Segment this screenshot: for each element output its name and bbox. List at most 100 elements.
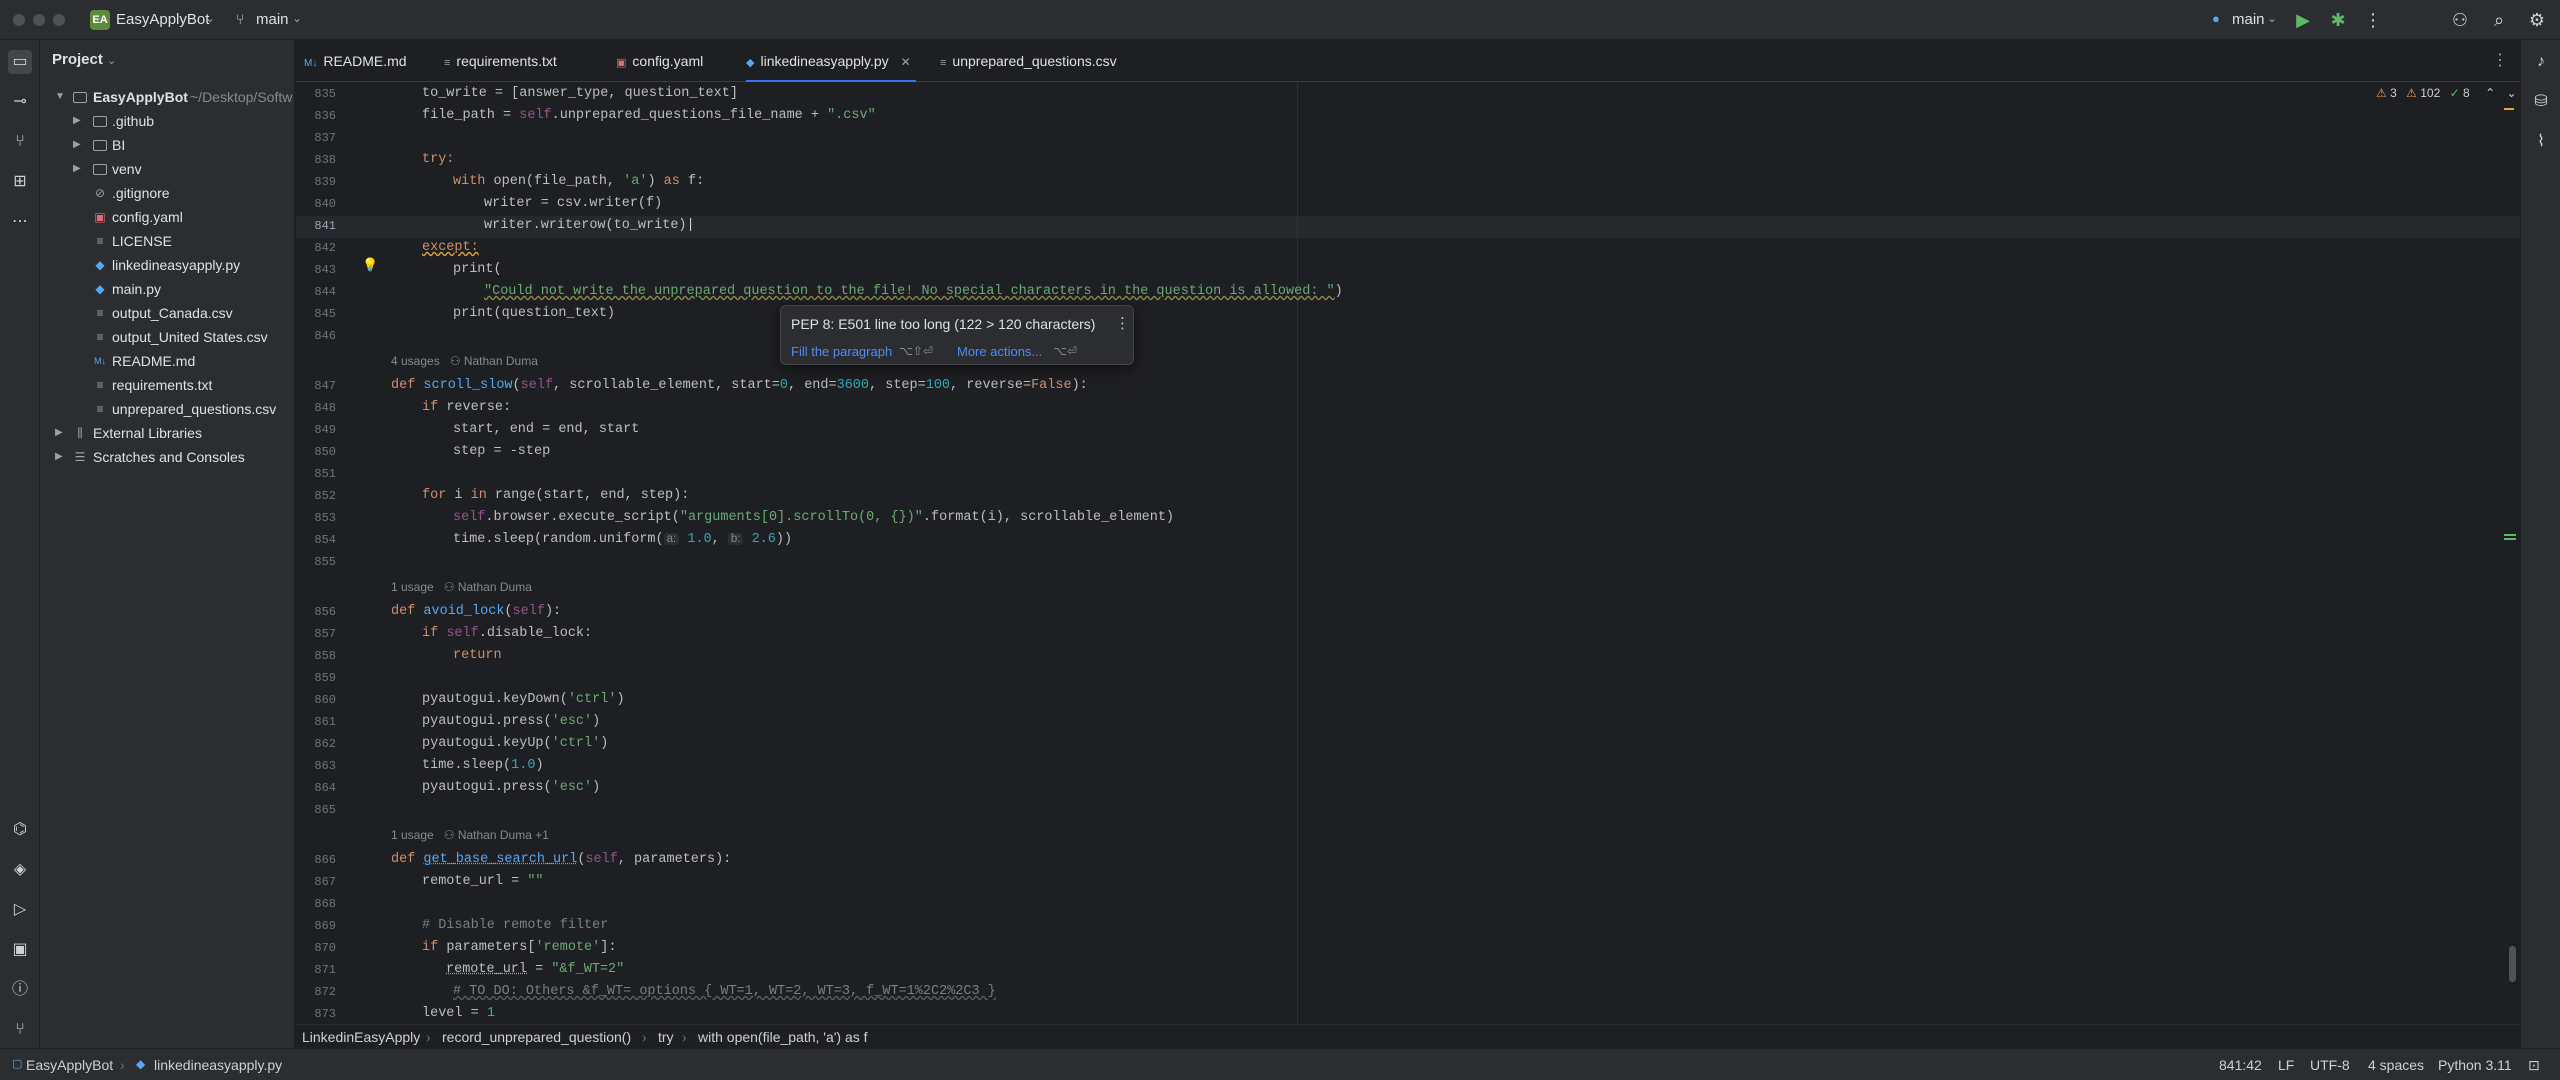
python-interpreter[interactable]: Python 3.11 xyxy=(2438,1057,2512,1073)
chevron-up-icon[interactable]: ⌃ xyxy=(2485,86,2495,100)
close-tab-icon[interactable]: ✕ xyxy=(901,55,911,69)
tree-item-output-us[interactable]: ≡ output_United States.csv xyxy=(40,325,294,349)
run-icon[interactable]: ▶ xyxy=(2292,9,2314,31)
terminal-icon[interactable]: ▣ xyxy=(8,938,32,962)
problems-icon[interactable]: ⓘ xyxy=(8,978,32,1002)
pull-requests-icon[interactable]: ⑂ xyxy=(8,130,32,154)
code-line: step = -step xyxy=(453,444,551,459)
search-icon[interactable]: ⌕ xyxy=(2488,9,2510,31)
inspection-widget[interactable]: ⚠ 3 ⚠ 102 ✓ 8 ⌃ ⌄ xyxy=(2376,86,2517,100)
minimize-window-button[interactable] xyxy=(33,14,45,26)
line-number: 868 xyxy=(314,897,336,911)
typo-check-icon: ✓ xyxy=(2449,86,2460,100)
status-file[interactable]: linkedineasyapply.py xyxy=(154,1057,282,1073)
gear-icon[interactable]: ⚙ xyxy=(2526,9,2548,31)
chevron-down-icon: ⌄ xyxy=(205,11,216,25)
debug-icon[interactable]: ✱ xyxy=(2327,9,2349,31)
breadcrumb-with[interactable]: with open(file_path, 'a') as f xyxy=(698,1029,868,1045)
line-separator[interactable]: LF xyxy=(2278,1057,2294,1073)
tree-item-scratches[interactable]: ▶ ☰ Scratches and Consoles xyxy=(40,445,294,469)
python-packages-icon[interactable]: ⌬ xyxy=(8,818,32,842)
file-encoding[interactable]: UTF-8 xyxy=(2310,1057,2350,1073)
weak-warning-icon: ⚠ xyxy=(2406,86,2417,100)
code-line: if reverse: xyxy=(422,400,512,415)
more-horizontal-icon[interactable]: ⋯ xyxy=(8,210,32,234)
git-icon[interactable]: ⑂ xyxy=(8,1018,32,1042)
tree-item-unprepared[interactable]: ≡ unprepared_questions.csv xyxy=(40,397,294,421)
code-line: try: xyxy=(422,152,455,167)
fill-paragraph-link[interactable]: Fill the paragraph xyxy=(791,344,892,359)
tree-item-github[interactable]: ▶ .github xyxy=(40,109,294,133)
more-actions-link[interactable]: More actions... xyxy=(957,344,1042,359)
tree-item-venv[interactable]: ▶ venv xyxy=(40,157,294,181)
line-number: 872 xyxy=(314,985,336,999)
tree-item-requirements[interactable]: ≡ requirements.txt xyxy=(40,373,294,397)
usages-inlay[interactable]: 1 usage ⚇ Nathan Duma +1 xyxy=(391,828,549,842)
code-line: writer.writerow(to_write)| xyxy=(484,218,695,233)
fill-paragraph-shortcut: ⌥⇧⏎ xyxy=(899,344,933,358)
indent-setting[interactable]: 4 spaces xyxy=(2368,1057,2424,1073)
project-switcher[interactable]: EasyApplyBot xyxy=(116,11,209,28)
layers-icon[interactable]: ◈ xyxy=(8,858,32,882)
tree-item-external-libraries[interactable]: ▶ ⫼ External Libraries xyxy=(40,421,294,445)
code-line: level = 1 xyxy=(422,1006,495,1021)
structure-icon[interactable]: ⊞ xyxy=(8,170,32,194)
ignore-file-icon: ⊘ xyxy=(94,186,106,200)
project-badge[interactable]: EA xyxy=(90,10,110,30)
usages-inlay[interactable]: 4 usages ⚇ Nathan Duma xyxy=(391,354,538,368)
tree-item-root[interactable]: ▼ EasyApplyBot ~/Desktop/Softw xyxy=(40,85,294,109)
breadcrumb-function[interactable]: record_unprepared_question() xyxy=(442,1029,631,1045)
chevron-down-icon[interactable]: ⌄ xyxy=(2506,86,2516,100)
branch-switcher[interactable]: main xyxy=(256,11,289,28)
notifications-icon[interactable]: ♪ xyxy=(2529,50,2553,74)
project-icon: ▢ xyxy=(12,1058,23,1070)
project-folder-icon[interactable]: ▭ xyxy=(8,50,32,74)
tab-unprepared[interactable]: ≡ unprepared_questions.csv xyxy=(940,40,1117,82)
more-vertical-icon[interactable]: ⋮ xyxy=(2362,9,2384,31)
usages-inlay[interactable]: 1 usage ⚇ Nathan Duma xyxy=(391,580,532,594)
commit-icon[interactable]: ⊸ xyxy=(8,90,32,114)
tab-linkedineasyapply[interactable]: ◆ linkedineasyapply.py ✕ xyxy=(746,40,916,82)
right-margin-guide xyxy=(1297,82,1298,1024)
tree-item-linkedineasyapply[interactable]: ◆ linkedineasyapply.py xyxy=(40,253,294,277)
project-panel-title[interactable]: Project ⌄ xyxy=(52,51,116,68)
lock-icon[interactable]: ⊡ xyxy=(2528,1057,2540,1074)
close-window-button[interactable] xyxy=(13,14,25,26)
tree-item-output-canada[interactable]: ≡ output_Canada.csv xyxy=(40,301,294,325)
line-number: 853 xyxy=(314,511,336,525)
add-user-icon[interactable]: ⚇ xyxy=(2449,9,2471,31)
line-number: 849 xyxy=(314,423,336,437)
breadcrumb-class[interactable]: LinkedinEasyApply xyxy=(302,1029,420,1045)
status-project[interactable]: EasyApplyBot xyxy=(26,1057,113,1073)
lightbulb-icon[interactable]: 💡 xyxy=(362,258,378,274)
tab-requirements[interactable]: ≡ requirements.txt xyxy=(444,40,557,82)
sciview-icon[interactable]: ⌇ xyxy=(2529,130,2553,154)
line-number: 862 xyxy=(314,737,336,751)
breadcrumb-try[interactable]: try xyxy=(658,1029,674,1045)
scratches-icon: ☰ xyxy=(74,450,86,464)
tree-item-bi[interactable]: ▶ BI xyxy=(40,133,294,157)
code-editor[interactable]: ⚠ 3 ⚠ 102 ✓ 8 ⌃ ⌄ 835 836 837 838 839 84… xyxy=(296,82,2520,1024)
editor-vertical-scrollbar[interactable] xyxy=(2509,946,2516,982)
change-marker[interactable] xyxy=(2504,538,2516,540)
line-number: 870 xyxy=(314,941,336,955)
run-config-selector[interactable]: main xyxy=(2232,11,2265,28)
zoom-window-button[interactable] xyxy=(53,14,65,26)
code-line: writer = csv.writer(f) xyxy=(484,196,663,211)
tab-readme[interactable]: M↓ README.md xyxy=(304,40,407,82)
more-vertical-icon[interactable]: ⋮ xyxy=(1115,314,1130,332)
tree-item-main[interactable]: ◆ main.py xyxy=(40,277,294,301)
database-icon[interactable]: ⛁ xyxy=(2529,90,2553,114)
tab-options-icon[interactable]: ⋮ xyxy=(2492,50,2508,70)
tab-config[interactable]: ▣ config.yaml xyxy=(616,40,703,82)
tree-item-readme[interactable]: M↓ README.md xyxy=(40,349,294,373)
tree-item-config[interactable]: ▣ config.yaml xyxy=(40,205,294,229)
tree-item-gitignore[interactable]: ⊘ .gitignore xyxy=(40,181,294,205)
caret-position[interactable]: 841:42 xyxy=(2219,1057,2262,1073)
tree-item-license[interactable]: ≡ LICENSE xyxy=(40,229,294,253)
text-file-icon: ≡ xyxy=(444,57,451,69)
change-marker[interactable] xyxy=(2504,534,2516,536)
warning-stripe-marker[interactable] xyxy=(2504,108,2514,110)
services-icon[interactable]: ▷ xyxy=(8,898,32,922)
code-line: time.sleep(random.uniform(a: 1.0, b: 2.6… xyxy=(453,532,793,547)
